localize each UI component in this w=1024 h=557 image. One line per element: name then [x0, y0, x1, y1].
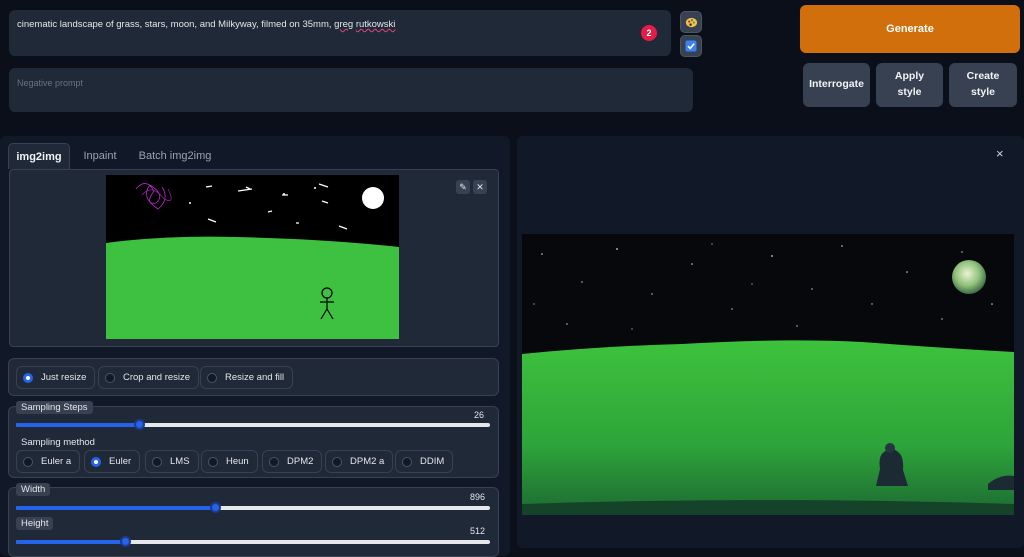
- sampling-steps-label-text: Sampling Steps: [16, 401, 93, 414]
- sampling-steps-value[interactable]: 26: [474, 410, 484, 420]
- create-style-button[interactable]: Create style: [949, 63, 1017, 107]
- apply-style-label: Apply style: [895, 69, 924, 101]
- tab-batch-img2img[interactable]: Batch img2img: [132, 143, 218, 169]
- tab-img2img[interactable]: img2img: [8, 143, 70, 169]
- radio-label: DPM2 a: [350, 456, 385, 467]
- width-thumb[interactable]: [210, 502, 222, 513]
- radio-label: LMS: [170, 456, 190, 467]
- close-output-icon[interactable]: ×: [996, 146, 1004, 161]
- height-value[interactable]: 512: [470, 526, 485, 536]
- radio-dot: [269, 456, 279, 467]
- radio-dot: [207, 372, 217, 383]
- radio-label: DDIM: [420, 456, 445, 467]
- sampling-method-label: Sampling method: [21, 437, 95, 448]
- prompt-word-rutkowski: rutkowski: [355, 19, 396, 30]
- radio-dot: [208, 456, 218, 467]
- radio-label: DPM2: [287, 456, 314, 467]
- paint-palette-icon[interactable]: [680, 11, 702, 33]
- width-value[interactable]: 896: [470, 492, 485, 502]
- width-fill: [16, 506, 216, 510]
- create-style-line2: style: [971, 86, 995, 98]
- width-label: Width: [16, 483, 51, 496]
- radio-just-resize[interactable]: Just resize: [16, 366, 96, 389]
- sampler-euler-a[interactable]: Euler a: [16, 450, 81, 473]
- radio-crop-and-resize[interactable]: Crop and resize: [98, 366, 200, 389]
- radio-dot: [402, 456, 412, 467]
- radio-label: Euler a: [41, 456, 72, 467]
- edit-pencil-icon[interactable]: ✎: [456, 180, 470, 194]
- prompt-word-greg: greg: [334, 19, 354, 30]
- width-label-text: Width: [16, 483, 51, 496]
- radio-dot: [91, 456, 101, 467]
- prompt-text: cinematic landscape of grass, stars, moo…: [17, 19, 335, 30]
- sampler-lms[interactable]: LMS: [145, 450, 199, 473]
- sampler-dpm2-a[interactable]: DPM2 a: [325, 450, 394, 473]
- clear-image-icon[interactable]: ✕: [473, 180, 487, 194]
- radio-label: Euler: [109, 456, 132, 467]
- negative-prompt-input[interactable]: Negative prompt: [9, 68, 693, 112]
- radio-dot: [23, 372, 33, 383]
- radio-resize-and-fill[interactable]: Resize and fill: [200, 366, 294, 389]
- height-label-text: Height: [16, 517, 54, 530]
- height-fill: [16, 540, 126, 544]
- radio-label: Crop and resize: [123, 372, 191, 383]
- radio-label: Heun: [226, 456, 249, 467]
- sampler-dpm2[interactable]: DPM2: [262, 450, 323, 473]
- radio-dot: [105, 372, 115, 383]
- sampler-heun[interactable]: Heun: [201, 450, 258, 473]
- height-thumb[interactable]: [120, 536, 132, 547]
- interrogate-button[interactable]: Interrogate: [803, 63, 870, 107]
- height-label: Height: [16, 517, 54, 530]
- radio-label: Resize and fill: [225, 372, 285, 383]
- interrogate-label: Interrogate: [809, 78, 864, 91]
- negative-prompt-placeholder: Negative prompt: [17, 78, 84, 88]
- radio-dot: [332, 456, 342, 467]
- input-sketch-image: [106, 175, 399, 339]
- radio-dot: [23, 456, 33, 467]
- prompt-input[interactable]: cinematic landscape of grass, stars, moo…: [9, 10, 671, 56]
- apply-style-line1: Apply: [894, 70, 925, 83]
- token-count-badge: 2: [641, 25, 657, 41]
- sampler-euler[interactable]: Euler: [84, 450, 141, 473]
- tab-inpaint[interactable]: Inpaint: [73, 143, 127, 169]
- radio-label: Just resize: [41, 372, 87, 383]
- radio-dot: [152, 456, 162, 467]
- sampling-steps-label: Sampling Steps: [16, 401, 93, 414]
- create-style-line1: Create: [966, 70, 1000, 83]
- create-style-label: Create style: [967, 69, 1000, 101]
- output-image: [522, 234, 1014, 515]
- sampler-ddim[interactable]: DDIM: [395, 450, 454, 473]
- dimensions-group: [8, 487, 499, 557]
- apply-style-line2: style: [897, 86, 922, 98]
- sampling-steps-fill: [16, 423, 140, 427]
- checkbox-icon[interactable]: [680, 35, 702, 57]
- apply-style-button[interactable]: Apply style: [876, 63, 943, 107]
- generate-button[interactable]: Generate: [800, 5, 1020, 53]
